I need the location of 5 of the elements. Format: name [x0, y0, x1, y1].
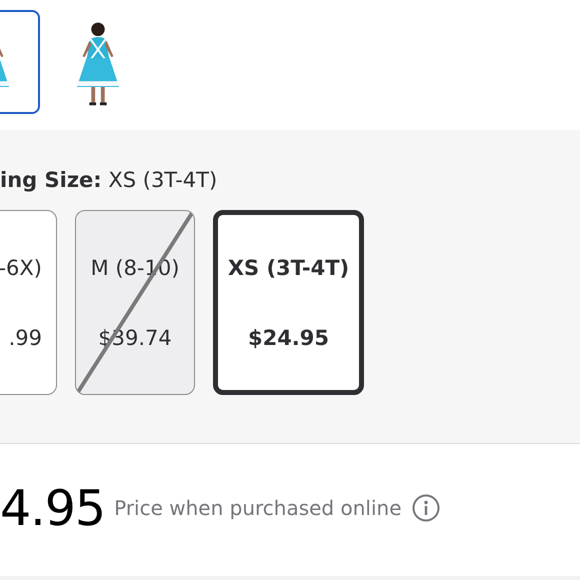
size-label: ing Size: XS (3T-4T)	[0, 167, 218, 193]
price: 4.95	[0, 480, 106, 536]
price-note: Price when purchased online	[114, 496, 402, 520]
info-icon[interactable]	[412, 494, 440, 522]
size-option[interactable]: XS (3T-4T) $24.95	[213, 210, 364, 395]
